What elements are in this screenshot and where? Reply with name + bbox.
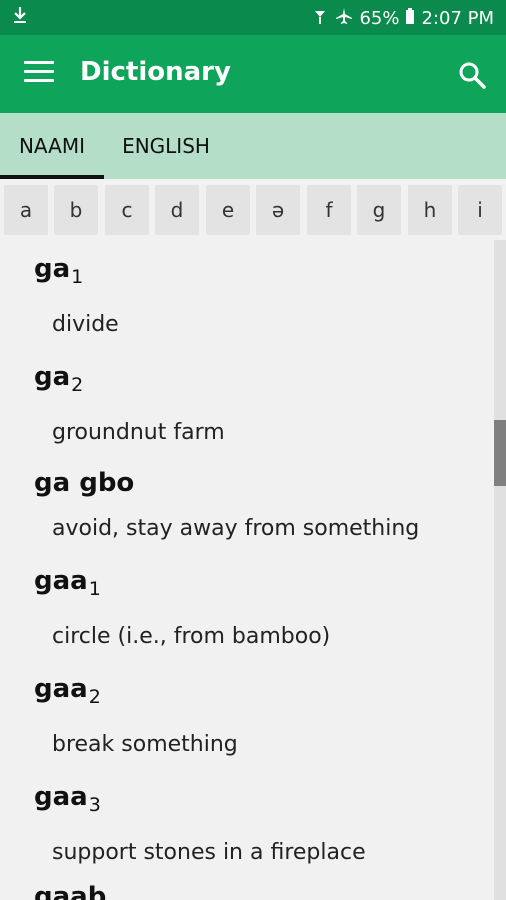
battery-level: 65% (359, 8, 400, 29)
search-icon[interactable] (456, 59, 488, 91)
letter-b[interactable]: b (54, 185, 98, 235)
entry-definition[interactable]: avoid, stay away from something (52, 516, 419, 541)
letter-a[interactable]: a (4, 185, 48, 235)
homonym-index: 2 (88, 686, 101, 708)
entry-word[interactable]: ga2 (34, 362, 83, 396)
letter-index: a b c d e ə f g h i (0, 181, 506, 239)
entry-word[interactable]: gaa3 (34, 782, 101, 816)
entry-definition[interactable]: groundnut farm (52, 420, 225, 445)
entry-word[interactable]: ga gbo (34, 468, 134, 498)
menu-icon[interactable] (24, 61, 54, 87)
language-tabs: NAAMI ENGLISH (0, 113, 506, 179)
letter-e[interactable]: e (206, 185, 250, 235)
entry-word[interactable]: gaa2 (34, 674, 101, 708)
entry-word[interactable]: gaa1 (34, 566, 101, 600)
letter-d[interactable]: d (155, 185, 199, 235)
tab-naami[interactable]: NAAMI (0, 113, 104, 179)
app-title: Dictionary (80, 57, 231, 87)
entry-word[interactable]: ga1 (34, 254, 83, 288)
letter-c[interactable]: c (105, 185, 149, 235)
entry-definition[interactable]: circle (i.e., from bamboo) (52, 624, 330, 649)
status-right: 65% 2:07 PM (311, 7, 494, 30)
airplane-mode-icon (335, 7, 353, 30)
letter-h[interactable]: h (408, 185, 452, 235)
homonym-index: 1 (88, 578, 101, 600)
scrollbar-track[interactable] (494, 240, 506, 900)
clock: 2:07 PM (421, 8, 494, 29)
homonym-index: 1 (71, 266, 84, 288)
letter-g[interactable]: g (357, 185, 401, 235)
active-tab-indicator (0, 175, 104, 179)
download-icon (12, 6, 28, 29)
entry-definition[interactable]: break something (52, 732, 238, 757)
scrollbar-thumb[interactable] (494, 420, 506, 486)
entry-word[interactable]: gaab (34, 882, 106, 900)
letter-f[interactable]: f (307, 185, 351, 235)
entry-list: ga1 divide ga2 groundnut farm ga gbo avo… (0, 240, 494, 900)
homonym-index: 3 (88, 794, 101, 816)
entry-definition[interactable]: divide (52, 312, 119, 337)
entry-definition[interactable]: support stones in a fireplace (52, 840, 366, 865)
nfc-icon (311, 7, 329, 30)
tab-english[interactable]: ENGLISH (104, 113, 228, 179)
letter-schwa[interactable]: ə (256, 185, 300, 235)
homonym-index: 2 (71, 374, 84, 396)
battery-icon (405, 7, 415, 30)
letter-i[interactable]: i (458, 185, 502, 235)
status-bar: 65% 2:07 PM (0, 0, 506, 35)
app-bar: Dictionary (0, 35, 506, 113)
